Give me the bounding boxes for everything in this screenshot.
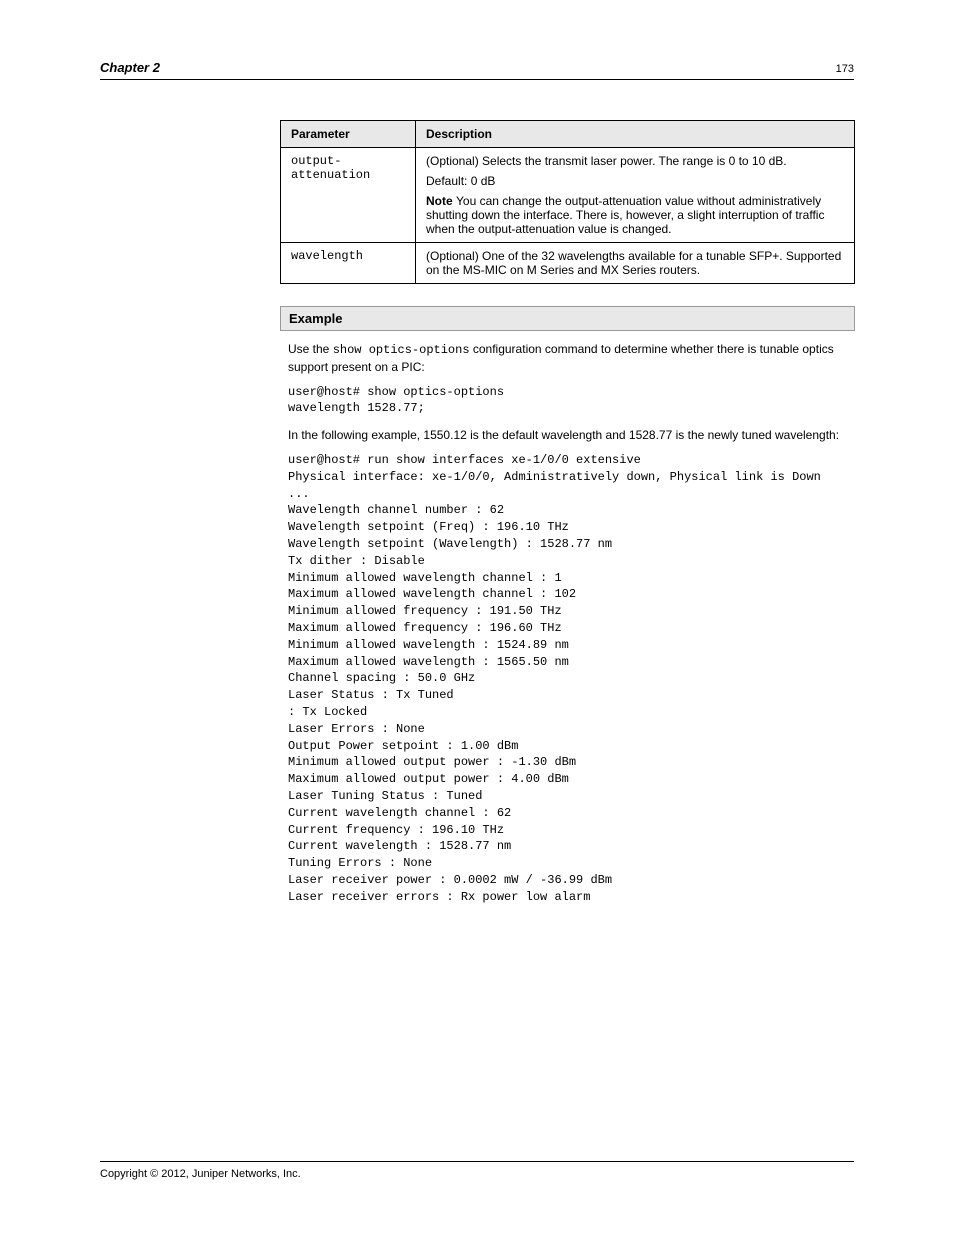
example-title: Example: [280, 306, 855, 331]
parameter-description: (Optional) Selects the transmit laser po…: [416, 148, 855, 243]
main-content: Parameter Description output-attenuation…: [280, 120, 854, 906]
page-footer: Copyright © 2012, Juniper Networks, Inc.: [100, 1161, 854, 1180]
example-para-2: In the following example, 1550.12 is the…: [288, 427, 847, 444]
example-snippet-2: user@host# run show interfaces xe-1/0/0 …: [288, 452, 847, 906]
parameters-table: Parameter Description output-attenuation…: [280, 120, 855, 284]
table-header-parameter: Parameter: [281, 121, 416, 148]
table-row: output-attenuation(Optional) Selects the…: [281, 148, 855, 243]
example-para-1: Use the show optics-options configuratio…: [288, 341, 847, 376]
header-page-number: 173: [836, 63, 854, 75]
example-section: Example Use the show optics-options conf…: [280, 306, 855, 906]
example-snippet-1: user@host# show optics-optionswavelength…: [288, 384, 847, 418]
parameter-name: output-attenuation: [281, 148, 416, 243]
parameter-description: (Optional) One of the 32 wavelengths ava…: [416, 243, 855, 284]
footer-copyright: Copyright © 2012, Juniper Networks, Inc.: [100, 1168, 301, 1180]
table-header-description: Description: [416, 121, 855, 148]
page-header: Chapter 2 173: [100, 60, 854, 80]
parameter-name: wavelength: [281, 243, 416, 284]
header-left: Chapter 2: [100, 60, 160, 75]
table-row: wavelength(Optional) One of the 32 wavel…: [281, 243, 855, 284]
